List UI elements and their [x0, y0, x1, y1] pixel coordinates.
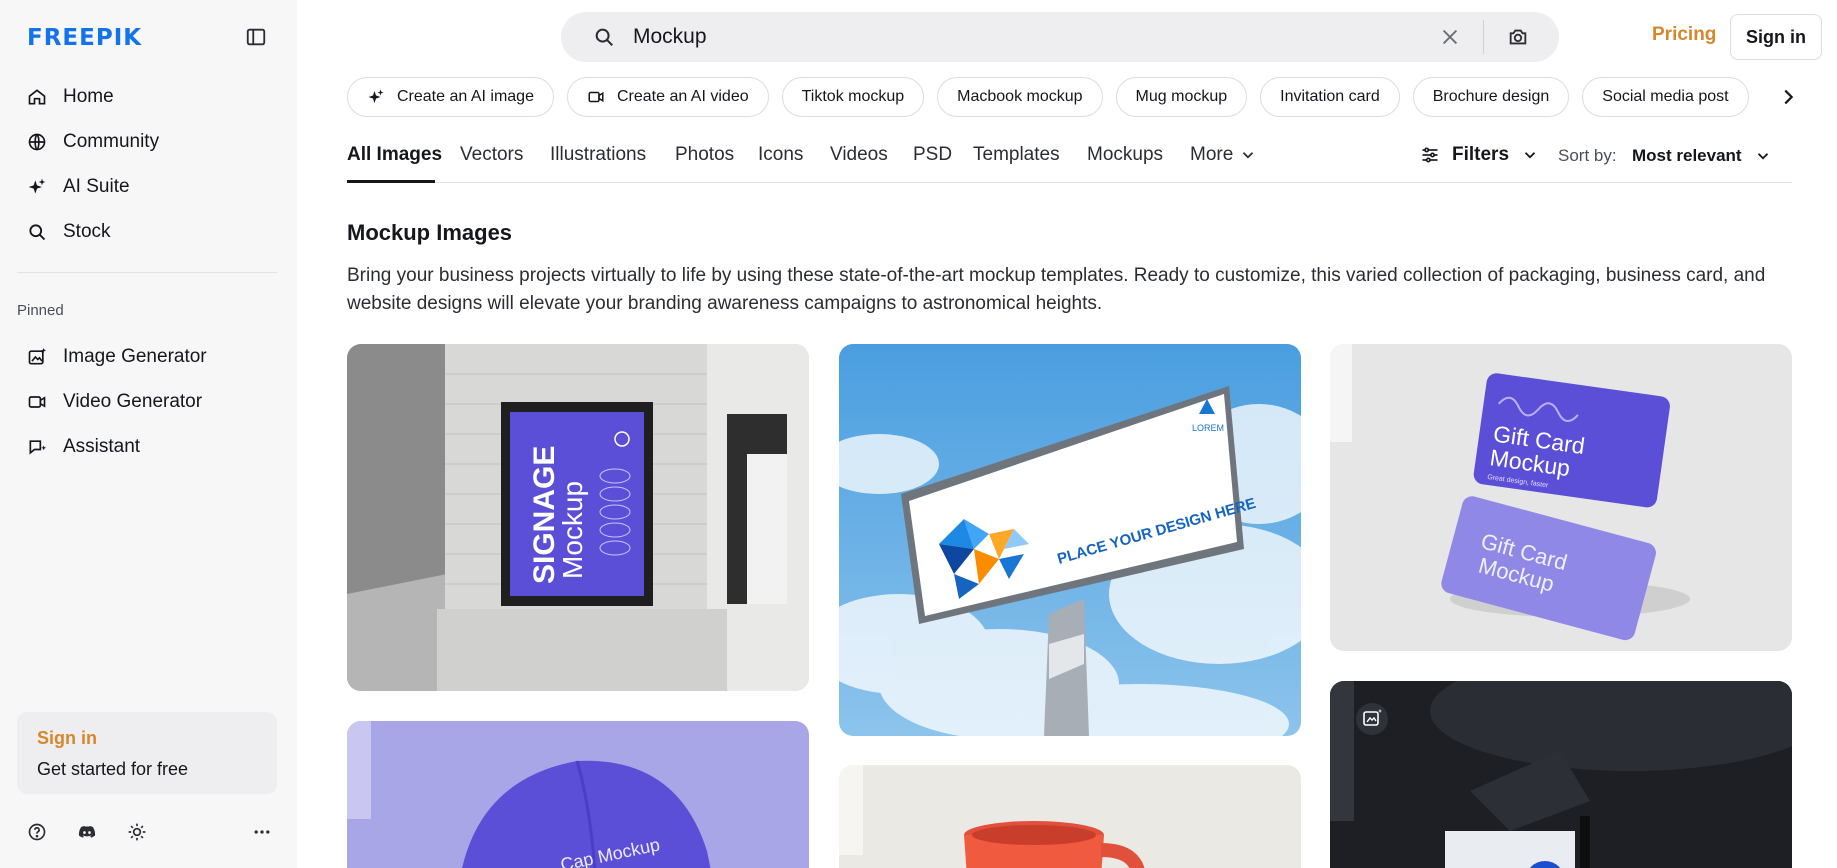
- sparkle-icon: [28, 178, 46, 194]
- content-type-tabs: All Images Vectors Illustrations Photos …: [347, 130, 1792, 183]
- nav-item-image-generator[interactable]: Image Generator: [17, 334, 279, 379]
- image-card-mug[interactable]: [839, 765, 1301, 868]
- tab-videos[interactable]: Videos: [830, 144, 888, 166]
- tab-more[interactable]: More: [1190, 144, 1257, 166]
- globe-icon: [28, 133, 46, 150]
- chevron-down-icon: [1524, 152, 1536, 159]
- sidebar-toggle-icon[interactable]: [245, 26, 267, 48]
- nav-item-community[interactable]: Community: [17, 119, 279, 164]
- freepik-logo[interactable]: FREEPIK: [27, 25, 142, 51]
- ai-badge: [1356, 703, 1388, 735]
- camera-search-icon[interactable]: [1507, 26, 1529, 48]
- search-input[interactable]: [633, 22, 1333, 52]
- chip-macbook-mockup[interactable]: Macbook mockup: [937, 77, 1103, 117]
- sort-dropdown[interactable]: Most relevant: [1632, 146, 1772, 166]
- billboard-brand: LOREM: [1192, 423, 1224, 433]
- more-horizontal-icon[interactable]: [252, 822, 272, 842]
- signage-mockup-image: SIGNAGE Mockup: [347, 344, 809, 691]
- tab-vectors[interactable]: Vectors: [460, 144, 523, 166]
- sidebar-signin-subtitle: Get started for free: [37, 759, 189, 779]
- nav-item-home[interactable]: Home: [17, 74, 279, 119]
- image-card-frame[interactable]: [1330, 681, 1792, 868]
- image-sparkle-icon: [28, 347, 47, 364]
- nav-label: Image Generator: [63, 345, 207, 367]
- chip-label: Create an AI video: [616, 88, 749, 105]
- video-icon: [28, 395, 46, 408]
- sidebar-divider: [17, 272, 277, 273]
- chip-create-ai-image[interactable]: Create an AI image: [347, 77, 554, 117]
- chip-brochure-design[interactable]: Brochure design: [1412, 77, 1570, 117]
- pinned-nav: Image Generator Video Generator Assistan…: [17, 334, 279, 469]
- chat-sparkle-icon: [29, 439, 47, 455]
- chevron-right-icon[interactable]: [1777, 86, 1799, 108]
- suggestion-chips: Create an AI image Create an AI video Ti…: [347, 77, 1757, 117]
- nav-item-video-generator[interactable]: Video Generator: [17, 379, 279, 424]
- tab-more-label: More: [1190, 144, 1234, 165]
- tab-psd[interactable]: PSD: [913, 144, 952, 166]
- tab-icons[interactable]: Icons: [758, 144, 803, 166]
- nav-item-ai-suite[interactable]: AI Suite: [17, 164, 279, 209]
- chip-social-media-post[interactable]: Social media post: [1582, 77, 1749, 117]
- pinned-heading: Pinned: [17, 302, 64, 319]
- nav-label: Video Generator: [63, 390, 203, 412]
- sign-in-button[interactable]: Sign in: [1730, 14, 1822, 60]
- search-icon: [29, 223, 46, 240]
- chevron-down-icon: [1243, 152, 1254, 159]
- image-card-signage[interactable]: SIGNAGE Mockup: [347, 344, 809, 691]
- discord-icon[interactable]: [77, 822, 97, 842]
- frame-mockup-image: [1330, 681, 1792, 868]
- chip-mug-mockup[interactable]: Mug mockup: [1115, 77, 1248, 117]
- pricing-link[interactable]: Pricing: [1652, 24, 1716, 46]
- main-nav: Home Community AI Suite Stock: [17, 74, 279, 254]
- theme-sun-icon[interactable]: [127, 822, 147, 842]
- filters-button[interactable]: Filters: [1420, 144, 1539, 166]
- sort-value: Most relevant: [1632, 146, 1742, 165]
- sort-label: Sort by:: [1558, 146, 1617, 165]
- tab-illustrations[interactable]: Illustrations: [550, 144, 646, 166]
- filters-label: Filters: [1452, 144, 1510, 165]
- home-icon: [28, 88, 46, 104]
- search-icon[interactable]: [593, 26, 615, 48]
- chip-create-ai-video[interactable]: Create an AI video: [566, 77, 769, 117]
- sidebar-footer: [27, 822, 272, 842]
- clear-icon[interactable]: [1439, 26, 1461, 48]
- giftcard-mockup-image: Gift Card Mockup Gift Card Mockup Great …: [1330, 344, 1792, 651]
- chip-invitation-card[interactable]: Invitation card: [1260, 77, 1400, 117]
- tab-photos[interactable]: Photos: [675, 144, 734, 166]
- tab-mockups[interactable]: Mockups: [1087, 144, 1163, 166]
- page-description: Bring your business projects virtually t…: [347, 265, 1766, 314]
- video-icon: [588, 91, 604, 103]
- nav-label: Assistant: [63, 435, 141, 457]
- cap-mockup-image: Cap Mockup: [347, 721, 809, 868]
- billboard-mockup-image: PLACE YOUR DESIGN HERE LOREM: [839, 344, 1301, 736]
- nav-label: Stock: [63, 220, 111, 242]
- sidebar-signin-link[interactable]: Sign in: [37, 728, 257, 749]
- tab-templates[interactable]: Templates: [973, 144, 1060, 166]
- active-tab-indicator: [347, 180, 435, 183]
- nav-label: Home: [63, 85, 114, 107]
- chevron-down-icon: [1757, 153, 1768, 160]
- tab-all-images[interactable]: All Images: [347, 144, 442, 166]
- signage-text-line2: Mockup: [557, 481, 588, 579]
- filters-icon: [1422, 147, 1438, 163]
- search-separator: [1483, 20, 1484, 54]
- chip-tiktok-mockup[interactable]: Tiktok mockup: [781, 77, 925, 117]
- nav-label: AI Suite: [63, 175, 130, 197]
- sidebar-signin-card[interactable]: Sign in Get started for free: [17, 712, 277, 794]
- page-title: Mockup Images: [347, 220, 513, 245]
- image-card-billboard[interactable]: PLACE YOUR DESIGN HERE LOREM: [839, 344, 1301, 736]
- sparkle-icon: [368, 89, 384, 103]
- nav-item-assistant[interactable]: Assistant: [17, 424, 279, 469]
- sidebar: FREEPIK Home Community AI Suite Stock Pi…: [0, 0, 297, 868]
- image-card-giftcard[interactable]: Gift Card Mockup Gift Card Mockup Great …: [1330, 344, 1792, 651]
- chip-label: Create an AI image: [397, 88, 534, 105]
- image-card-cap[interactable]: Cap Mockup: [347, 721, 809, 868]
- help-icon[interactable]: [27, 822, 47, 842]
- nav-label: Community: [63, 130, 160, 152]
- search-bar: [561, 12, 1559, 62]
- nav-item-stock[interactable]: Stock: [17, 209, 279, 254]
- mug-mockup-image: [839, 765, 1301, 868]
